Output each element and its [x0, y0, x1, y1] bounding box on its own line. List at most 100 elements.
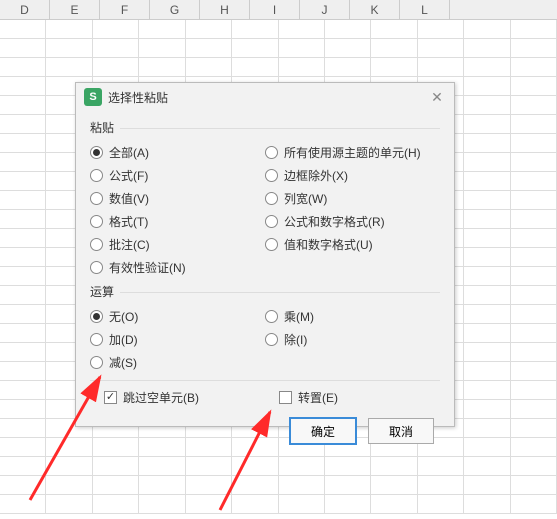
- cell[interactable]: [279, 495, 325, 514]
- cell[interactable]: [511, 229, 557, 248]
- cell[interactable]: [511, 362, 557, 381]
- cell[interactable]: [232, 20, 278, 39]
- cell[interactable]: [0, 58, 46, 77]
- cell[interactable]: [464, 58, 510, 77]
- cell[interactable]: [464, 77, 510, 96]
- cell[interactable]: [0, 267, 46, 286]
- cell[interactable]: [232, 457, 278, 476]
- paste-option[interactable]: 全部(A): [90, 142, 265, 162]
- cell[interactable]: [279, 58, 325, 77]
- cell[interactable]: [511, 210, 557, 229]
- cell[interactable]: [325, 495, 371, 514]
- cell[interactable]: [0, 229, 46, 248]
- paste-option[interactable]: 有效性验证(N): [90, 257, 265, 277]
- cell[interactable]: [0, 134, 46, 153]
- cell[interactable]: [464, 115, 510, 134]
- column-header[interactable]: J: [300, 0, 350, 19]
- cell[interactable]: [464, 343, 510, 362]
- cell[interactable]: [0, 153, 46, 172]
- cell[interactable]: [0, 20, 46, 39]
- cell[interactable]: [464, 286, 510, 305]
- cell[interactable]: [139, 495, 185, 514]
- cell[interactable]: [0, 115, 46, 134]
- cell[interactable]: [0, 362, 46, 381]
- cell[interactable]: [279, 476, 325, 495]
- cell[interactable]: [511, 343, 557, 362]
- cell[interactable]: [511, 476, 557, 495]
- cell[interactable]: [511, 39, 557, 58]
- cell[interactable]: [279, 20, 325, 39]
- cell[interactable]: [418, 39, 464, 58]
- cell[interactable]: [418, 457, 464, 476]
- column-header[interactable]: I: [250, 0, 300, 19]
- cell[interactable]: [511, 77, 557, 96]
- cell[interactable]: [0, 419, 46, 438]
- cell[interactable]: [186, 20, 232, 39]
- cell[interactable]: [464, 381, 510, 400]
- cell[interactable]: [93, 457, 139, 476]
- cell[interactable]: [511, 153, 557, 172]
- cell[interactable]: [93, 495, 139, 514]
- cell[interactable]: [371, 20, 417, 39]
- ok-button[interactable]: 确定: [290, 418, 356, 444]
- cell[interactable]: [93, 20, 139, 39]
- cell[interactable]: [371, 476, 417, 495]
- cell[interactable]: [511, 58, 557, 77]
- cell[interactable]: [0, 96, 46, 115]
- cell[interactable]: [186, 495, 232, 514]
- cell[interactable]: [46, 476, 92, 495]
- cell[interactable]: [0, 438, 46, 457]
- cell[interactable]: [325, 58, 371, 77]
- cell[interactable]: [464, 438, 510, 457]
- column-header[interactable]: F: [100, 0, 150, 19]
- operation-option[interactable]: 加(D): [90, 329, 265, 349]
- column-header[interactable]: H: [200, 0, 250, 19]
- cell[interactable]: [93, 58, 139, 77]
- cell[interactable]: [0, 248, 46, 267]
- cell[interactable]: [418, 476, 464, 495]
- cell[interactable]: [0, 343, 46, 362]
- cell[interactable]: [511, 115, 557, 134]
- cell[interactable]: [464, 248, 510, 267]
- cell[interactable]: [464, 191, 510, 210]
- paste-option[interactable]: 公式(F): [90, 165, 265, 185]
- cell[interactable]: [186, 58, 232, 77]
- cell[interactable]: [464, 305, 510, 324]
- transpose-checkbox[interactable]: 转置(E): [279, 389, 338, 406]
- cell[interactable]: [371, 58, 417, 77]
- cell[interactable]: [511, 191, 557, 210]
- cell[interactable]: [139, 58, 185, 77]
- cell[interactable]: [0, 495, 46, 514]
- column-header[interactable]: G: [150, 0, 200, 19]
- cell[interactable]: [139, 20, 185, 39]
- cell[interactable]: [325, 39, 371, 58]
- cell[interactable]: [464, 400, 510, 419]
- cell[interactable]: [232, 495, 278, 514]
- cell[interactable]: [186, 476, 232, 495]
- cell[interactable]: [511, 134, 557, 153]
- cell[interactable]: [371, 495, 417, 514]
- cell[interactable]: [464, 476, 510, 495]
- cell[interactable]: [511, 324, 557, 343]
- cell[interactable]: [511, 20, 557, 39]
- column-header[interactable]: L: [400, 0, 450, 19]
- cell[interactable]: [511, 400, 557, 419]
- cell[interactable]: [464, 172, 510, 191]
- cell[interactable]: [46, 495, 92, 514]
- cell[interactable]: [0, 210, 46, 229]
- cell[interactable]: [279, 39, 325, 58]
- cell[interactable]: [139, 457, 185, 476]
- cell[interactable]: [46, 58, 92, 77]
- cell[interactable]: [511, 172, 557, 191]
- cell[interactable]: [511, 305, 557, 324]
- cell[interactable]: [0, 77, 46, 96]
- cell[interactable]: [464, 324, 510, 343]
- cell[interactable]: [232, 58, 278, 77]
- cell[interactable]: [232, 39, 278, 58]
- cell[interactable]: [325, 20, 371, 39]
- cell[interactable]: [371, 39, 417, 58]
- cell[interactable]: [325, 476, 371, 495]
- paste-option[interactable]: 列宽(W): [265, 188, 440, 208]
- cell[interactable]: [418, 20, 464, 39]
- cell[interactable]: [0, 191, 46, 210]
